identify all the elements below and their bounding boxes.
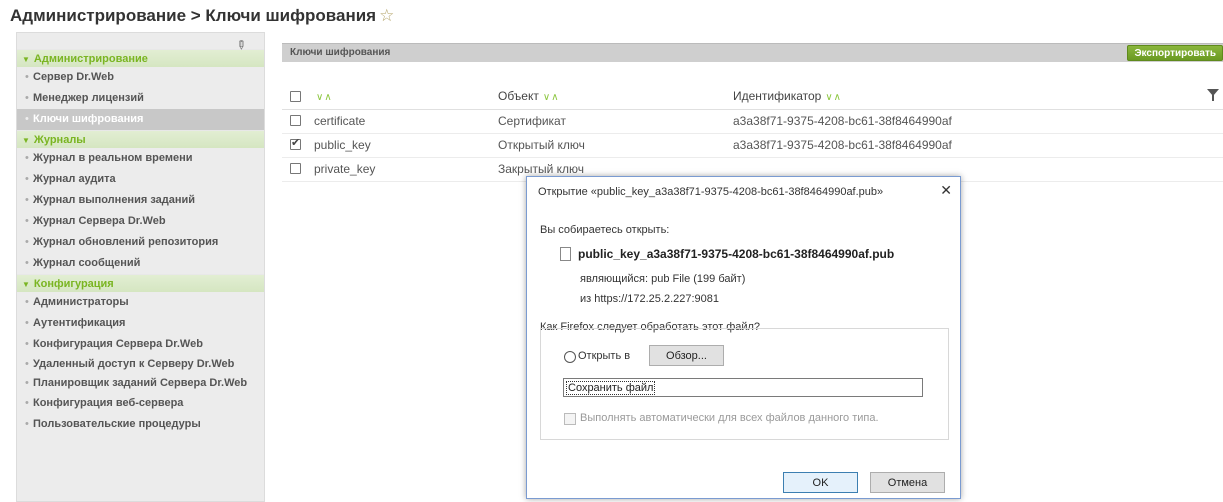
sidebar-item-webserver-config[interactable]: Конфигурация веб-сервера — [17, 393, 264, 414]
keys-table: ∨∧ Объект ∨∧ Идентификатор ∨∧ certificate … — [282, 85, 1223, 182]
auto-action-checkbox[interactable] — [564, 413, 576, 425]
sidebar-item-server-config[interactable]: Конфигурация Сервера Dr.Web — [17, 334, 264, 355]
cell-name: private_key — [314, 162, 376, 176]
auto-action-label: Выполнять автоматически для всех файлов … — [580, 412, 879, 424]
sidebar-item-messages-log[interactable]: Журнал сообщений — [17, 253, 264, 274]
select-all-checkbox[interactable] — [290, 91, 301, 102]
sidebar-section-label: Администрирование — [33, 53, 148, 65]
browse-button[interactable]: Обзор... — [649, 345, 724, 366]
open-with-radio[interactable] — [564, 351, 576, 363]
sort-arrows-icon[interactable]: ∨∧ — [316, 92, 333, 103]
sidebar-item-task-log[interactable]: Журнал выполнения заданий — [17, 190, 264, 211]
sidebar-item-audit-log[interactable]: Журнал аудита — [17, 169, 264, 190]
collapse-triangle-icon: ▼ — [22, 55, 30, 64]
table-row[interactable]: public_key Открытый ключ a3a38f71-9375-4… — [282, 134, 1223, 158]
column-header-object[interactable]: Объект ∨∧ — [498, 89, 560, 103]
file-icon — [560, 247, 571, 261]
sort-arrows-icon[interactable]: ∨∧ — [825, 92, 842, 103]
page-title: Администрирование > Ключи шифрования ☆ — [10, 6, 394, 26]
table-row[interactable]: certificate Сертификат a3a38f71-9375-420… — [282, 110, 1223, 134]
cell-name: public_key — [314, 138, 371, 152]
column-header-name[interactable]: ∨∧ — [312, 89, 333, 103]
sidebar-item-authentication[interactable]: Аутентификация — [17, 313, 264, 334]
breadcrumb: Администрирование > Ключи шифрования — [10, 6, 377, 25]
close-icon[interactable]: ✕ — [940, 183, 952, 197]
row-checkbox[interactable] — [290, 163, 301, 174]
dialog-titlebar: Открытие «public_key_a3a38f71-9375-4208-… — [527, 177, 960, 207]
favorite-star-icon[interactable]: ☆ — [379, 6, 394, 25]
ok-button[interactable]: OK — [783, 472, 858, 493]
filter-icon[interactable] — [1207, 89, 1219, 101]
table-header: ∨∧ Объект ∨∧ Идентификатор ∨∧ — [282, 85, 1223, 110]
open-with-label[interactable]: Открыть в — [578, 350, 630, 362]
sidebar-item-user-procedures[interactable]: Пользовательские процедуры — [17, 414, 264, 435]
save-file-label: Сохранить файл — [566, 381, 656, 395]
sidebar-item-administrators[interactable]: Администраторы — [17, 292, 264, 313]
cell-id: a3a38f71-9375-4208-bc61-38f8464990af — [733, 138, 952, 152]
sidebar-section-label: Журналы — [33, 134, 86, 146]
column-header-id[interactable]: Идентификатор ∨∧ — [733, 89, 842, 103]
row-checkbox[interactable] — [290, 115, 301, 126]
dialog-file-source: из https://172.25.2.227:9081 — [580, 293, 720, 305]
sidebar-item-server-log[interactable]: Журнал Сервера Dr.Web — [17, 211, 264, 232]
cell-name: certificate — [314, 114, 366, 128]
sidebar-section-configuration[interactable]: ▼ Конфигурация — [17, 274, 264, 292]
open-file-dialog: Открытие «public_key_a3a38f71-9375-4208-… — [526, 176, 961, 499]
sidebar-item-repository-log[interactable]: Журнал обновлений репозитория — [17, 232, 264, 253]
collapse-triangle-icon: ▼ — [22, 136, 30, 145]
sidebar-item-task-scheduler[interactable]: Планировщик заданий Сервера Dr.Web — [17, 374, 264, 393]
collapse-triangle-icon: ▼ — [22, 280, 30, 289]
save-file-option[interactable]: Сохранить файл — [563, 378, 923, 397]
sidebar-item-remote-access[interactable]: Удаленный доступ к Серверу Dr.Web — [17, 355, 264, 374]
sidebar-section-logs[interactable]: ▼ Журналы — [17, 130, 264, 148]
sidebar-item-realtime-log[interactable]: Журнал в реальном времени — [17, 148, 264, 169]
content-title: Ключи шифрования — [290, 47, 391, 58]
dialog-intro: Вы собираетесь открыть: — [540, 224, 670, 236]
row-checkbox[interactable] — [290, 136, 301, 150]
sidebar-section-administration[interactable]: ▼ Администрирование — [17, 49, 264, 67]
sidebar-item-encryption-keys[interactable]: Ключи шифрования — [17, 109, 264, 130]
cell-object: Сертификат — [498, 114, 566, 128]
dialog-filename: public_key_a3a38f71-9375-4208-bc61-38f84… — [578, 247, 895, 261]
cell-id: a3a38f71-9375-4208-bc61-38f8464990af — [733, 114, 952, 128]
content-header: Ключи шифрования Экспортировать — [282, 43, 1223, 62]
cell-object: Открытый ключ — [498, 138, 585, 152]
dialog-body: Вы собираетесь открыть: public_key_a3a38… — [527, 207, 960, 498]
sidebar-item-license-manager[interactable]: Менеджер лицензий — [17, 88, 264, 109]
sidebar-section-label: Конфигурация — [33, 278, 114, 290]
cell-object: Закрытый ключ — [498, 162, 585, 176]
sidebar: ✎ ▼Администрирование Сервер Dr.Web Менед… — [16, 32, 265, 502]
export-button[interactable]: Экспортировать — [1127, 45, 1223, 61]
dialog-title: Открытие «public_key_a3a38f71-9375-4208-… — [538, 186, 884, 198]
sidebar-item-drweb-server[interactable]: Сервер Dr.Web — [17, 67, 264, 88]
cancel-button[interactable]: Отмена — [870, 472, 945, 493]
dialog-file-type: являющийся: pub File (199 байт) — [580, 273, 746, 285]
sort-arrows-icon[interactable]: ∨∧ — [543, 92, 560, 103]
